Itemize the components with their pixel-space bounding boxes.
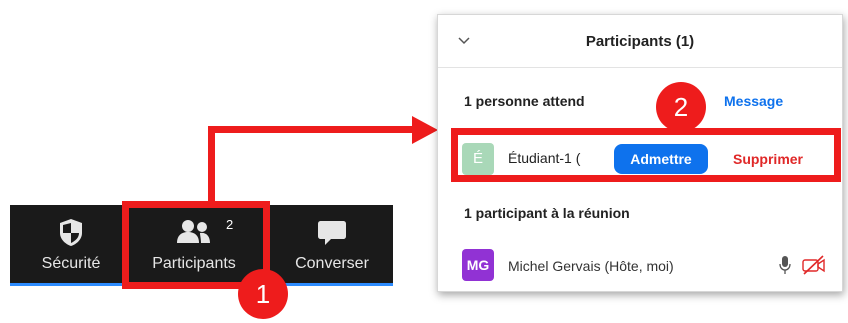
microphone-icon[interactable] — [778, 255, 792, 275]
chat-label: Converser — [295, 255, 369, 272]
arrow-right-icon — [412, 116, 438, 144]
connector-vertical — [208, 126, 215, 203]
chat-button[interactable]: Converser — [276, 205, 388, 283]
chat-bubble-icon — [318, 221, 346, 245]
video-off-icon[interactable] — [802, 255, 826, 275]
panel-title: Participants (1) — [585, 33, 695, 50]
step-1-marker: 1 — [238, 269, 288, 319]
avatar: MG — [462, 249, 494, 281]
host-participant-row: MG Michel Gervais (Hôte, moi) — [456, 247, 836, 283]
in-meeting-heading: 1 participant à la réunion — [464, 205, 630, 221]
host-participant-name: Michel Gervais (Hôte, moi) — [508, 258, 674, 274]
connector-horizontal — [208, 126, 416, 133]
security-button[interactable]: Sécurité — [24, 205, 118, 283]
security-label: Sécurité — [41, 255, 101, 272]
shield-icon — [60, 219, 82, 246]
panel-divider — [438, 67, 842, 68]
waiting-heading: 1 personne attend — [464, 93, 585, 109]
highlight-waiting-row — [451, 128, 841, 182]
message-button[interactable]: Message — [724, 93, 783, 109]
step-2-marker: 2 — [656, 82, 706, 132]
